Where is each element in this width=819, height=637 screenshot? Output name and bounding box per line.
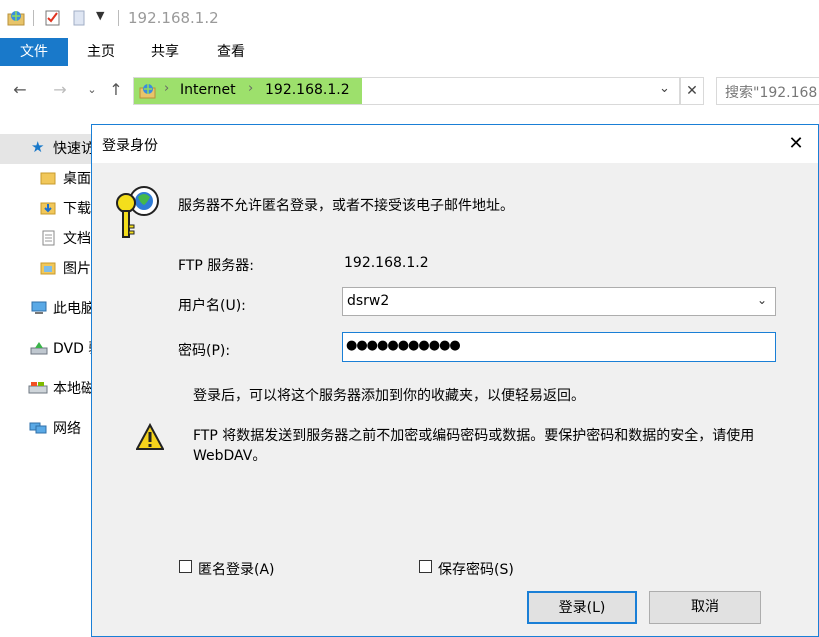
breadcrumb-host[interactable]: 192.168.1.2 [265,82,350,98]
login-dialog: 登录身份 ✕ 服务器不允许匿名登录，或者不接受该电子邮件地址。 FTP 服务器:… [91,124,819,637]
sidebar-item-quick-access[interactable]: 快速访 [53,138,95,160]
search-placeholder: 搜索"192.168 [725,85,818,101]
navigation-bar: ← → ⌄ ↑ › Internet › 192.168.1.2 ⌄ ✕ 搜索"… [0,74,819,106]
forward-arrow-icon[interactable]: → [48,78,72,102]
search-input[interactable]: 搜索"192.168 [716,77,819,105]
save-password-checkbox[interactable] [419,560,432,573]
breadcrumb-chevron-icon: › [248,81,254,96]
breadcrumb-internet[interactable]: Internet [180,82,236,98]
back-arrow-icon[interactable]: ← [8,78,32,102]
warning-text-line1: FTP 将数据发送到服务器之前不加密或编码密码或数据。要保护密码和数据的安全，请… [193,428,755,444]
info-text: 登录后，可以将这个服务器添加到你的收藏夹，以便轻易返回。 [193,388,585,404]
sidebar-item-local-disk[interactable]: 本地磁 [53,378,95,400]
location-icon [139,84,156,99]
properties-icon[interactable] [44,9,62,27]
ftp-server-label: FTP 服务器: [178,258,254,274]
sidebar-item-pictures[interactable]: 图片 [63,258,91,280]
ftp-server-value: 192.168.1.2 [344,255,429,271]
clear-address-icon[interactable]: ✕ [680,77,704,105]
tab-view[interactable]: 查看 [202,38,260,66]
network-icon [29,422,47,434]
dialog-title: 登录身份 [102,138,158,154]
document-icon [42,230,55,246]
chevron-down-icon[interactable]: ⌄ [757,293,767,307]
recent-locations-chevron-icon[interactable]: ⌄ [80,78,104,102]
qat-dropdown-icon[interactable]: ▼ [96,9,104,22]
title-bar: ▼ 192.168.1.2 [0,0,819,38]
disk-icon [28,382,48,394]
dvd-icon [30,342,48,355]
login-message: 服务器不允许匿名登录，或者不接受该电子邮件地址。 [178,198,514,214]
login-button[interactable]: 登录(L) [527,591,637,624]
close-icon[interactable]: ✕ [782,131,810,157]
tab-file[interactable]: 文件 [0,38,68,66]
sidebar-item-this-pc[interactable]: 此电脑 [53,298,95,320]
sidebar-item-network[interactable]: 网络 [53,418,81,440]
username-value: dsrw2 [347,293,390,309]
address-bar[interactable]: › Internet › 192.168.1.2 ⌄ [133,77,680,105]
save-password-label[interactable]: 保存密码(S) [438,559,514,579]
picture-folder-icon [40,262,56,275]
sidebar-item-downloads[interactable]: 下载 [63,198,91,220]
dialog-title-bar: 登录身份 ✕ [92,125,818,163]
username-label: 用户名(U): [178,298,246,314]
folder-icon [40,172,56,185]
password-field[interactable]: ●●●●●●●●●●● [342,332,776,362]
password-value: ●●●●●●●●●●● [346,338,461,353]
computer-icon [31,301,47,314]
sidebar-item-documents[interactable]: 文档 [63,228,91,250]
sidebar-item-desktop[interactable]: 桌面 [63,168,91,190]
new-folder-icon[interactable] [72,9,86,27]
ftp-folder-icon[interactable] [6,8,26,28]
warning-icon [136,423,164,450]
window-title: 192.168.1.2 [128,9,219,27]
star-icon: ★ [31,138,45,156]
anonymous-login-checkbox[interactable] [179,560,192,573]
username-combobox[interactable]: dsrw2 ⌄ [342,287,776,316]
up-arrow-icon[interactable]: ↑ [104,78,128,102]
tab-home[interactable]: 主页 [72,38,130,66]
warning-text-line2: WebDAV。 [193,448,267,464]
password-label: 密码(P): [178,343,231,359]
cancel-button[interactable]: 取消 [649,591,761,624]
breadcrumb-chevron-icon: › [164,81,170,96]
key-globe-icon [116,186,159,238]
download-folder-icon [40,202,56,215]
tab-share[interactable]: 共享 [136,38,194,66]
anonymous-login-label[interactable]: 匿名登录(A) [198,559,275,579]
ribbon-tabs: 文件 主页 共享 查看 [0,38,819,66]
address-history-chevron-icon[interactable]: ⌄ [659,81,670,96]
